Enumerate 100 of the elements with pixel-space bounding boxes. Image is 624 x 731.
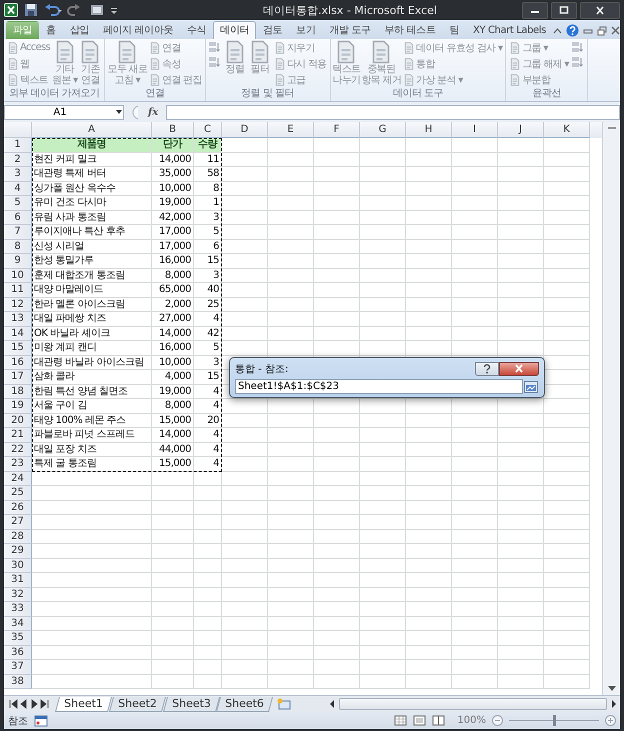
ribbon-icon[interactable] bbox=[208, 55, 222, 69]
row-header[interactable]: 11 bbox=[4, 283, 32, 298]
row-header[interactable]: 25 bbox=[4, 486, 32, 500]
row-header[interactable]: 23 bbox=[4, 457, 32, 472]
maximize-button[interactable] bbox=[551, 2, 577, 18]
sheet-tab[interactable]: Sheet2 bbox=[108, 696, 166, 712]
help-icon[interactable] bbox=[566, 24, 579, 37]
row-header[interactable]: 3 bbox=[4, 167, 32, 182]
undo-icon[interactable] bbox=[44, 3, 62, 17]
restore-icon[interactable] bbox=[597, 26, 607, 36]
ribbon-tab[interactable]: 삽입 bbox=[62, 21, 96, 39]
row-header[interactable]: 13 bbox=[4, 312, 32, 326]
ribbon-tab[interactable]: 홈 bbox=[39, 21, 63, 39]
row-header[interactable]: 36 bbox=[4, 646, 32, 660]
row-header[interactable]: 6 bbox=[4, 210, 32, 225]
row-header[interactable]: 29 bbox=[4, 544, 32, 558]
reference-field[interactable]: Sheet1!$A$1:$C$23 bbox=[235, 379, 523, 394]
ribbon-icon[interactable] bbox=[208, 40, 222, 54]
column-header[interactable]: I bbox=[452, 122, 498, 138]
scroll-left-icon[interactable] bbox=[328, 699, 336, 709]
ribbon-tab[interactable]: 보기 bbox=[289, 21, 322, 39]
row-header[interactable]: 26 bbox=[4, 500, 32, 515]
column-header[interactable]: K bbox=[544, 122, 590, 138]
row-header[interactable]: 8 bbox=[4, 240, 32, 254]
toolbar-icon[interactable] bbox=[90, 3, 106, 17]
excel-icon[interactable] bbox=[4, 3, 18, 17]
formula-field[interactable] bbox=[166, 104, 620, 120]
column-header[interactable]: E bbox=[268, 122, 314, 138]
row-header[interactable]: 22 bbox=[4, 442, 32, 457]
row-header[interactable]: 9 bbox=[4, 254, 32, 268]
minimize-button[interactable] bbox=[522, 2, 548, 18]
column-header[interactable]: G bbox=[360, 122, 406, 138]
row-header[interactable]: 19 bbox=[4, 399, 32, 414]
collapse-ribbon-icon[interactable] bbox=[553, 26, 562, 34]
row-header[interactable]: 14 bbox=[4, 326, 32, 341]
row-header[interactable]: 27 bbox=[4, 515, 32, 530]
row-header[interactable]: 7 bbox=[4, 225, 32, 240]
ribbon-icon[interactable] bbox=[570, 40, 585, 54]
row-header[interactable]: 20 bbox=[4, 414, 32, 428]
expand-dialog-icon[interactable] bbox=[524, 380, 538, 392]
page-layout-icon[interactable] bbox=[413, 715, 426, 726]
sheet-tab[interactable]: Sheet3 bbox=[162, 696, 220, 712]
sheet-tab[interactable]: Sheet1 bbox=[55, 696, 112, 712]
row-header[interactable]: 34 bbox=[4, 616, 32, 631]
dialog-title: 통합 - 참조: bbox=[235, 362, 290, 376]
ribbon-tab[interactable]: 개발 도구 bbox=[322, 21, 378, 39]
column-header[interactable]: J bbox=[498, 122, 544, 138]
row-header[interactable]: 18 bbox=[4, 384, 32, 399]
column-header[interactable]: F bbox=[314, 122, 360, 138]
row-header[interactable]: 31 bbox=[4, 573, 32, 588]
empty-cell bbox=[406, 326, 452, 341]
row-header[interactable]: 32 bbox=[4, 588, 32, 602]
row-header[interactable]: 38 bbox=[4, 674, 32, 689]
insert-function-button[interactable]: fx bbox=[144, 106, 162, 118]
ribbon-tab[interactable]: 검토 bbox=[256, 21, 290, 39]
scroll-down-icon[interactable] bbox=[606, 684, 616, 692]
close-button[interactable] bbox=[580, 2, 620, 18]
row-header[interactable]: 10 bbox=[4, 268, 32, 283]
ribbon-tab[interactable]: 수식 bbox=[180, 21, 214, 39]
row-header[interactable]: 12 bbox=[4, 298, 32, 312]
empty-cell bbox=[452, 268, 498, 283]
scroll-right-icon[interactable] bbox=[610, 699, 618, 709]
vertical-scrollbar[interactable] bbox=[602, 122, 620, 695]
row-header[interactable]: 5 bbox=[4, 196, 32, 210]
row-header[interactable]: 28 bbox=[4, 530, 32, 544]
row-header[interactable]: 17 bbox=[4, 370, 32, 384]
row-header[interactable]: 16 bbox=[4, 356, 32, 370]
close-button[interactable] bbox=[499, 362, 539, 376]
page-break-icon[interactable] bbox=[432, 715, 446, 726]
row-header[interactable]: 33 bbox=[4, 602, 32, 616]
row-header[interactable]: 4 bbox=[4, 182, 32, 196]
ribbon-tab[interactable]: 데이터 bbox=[213, 21, 256, 39]
column-header[interactable]: D bbox=[222, 122, 268, 138]
empty-cell bbox=[406, 225, 452, 240]
name-box[interactable]: A1 bbox=[4, 104, 124, 120]
empty-cell bbox=[406, 646, 452, 660]
row-header[interactable]: 1 bbox=[4, 138, 32, 152]
empty-cell bbox=[360, 530, 406, 544]
row-header[interactable]: 37 bbox=[4, 660, 32, 674]
row-header[interactable]: 24 bbox=[4, 472, 32, 486]
help-button[interactable] bbox=[475, 362, 499, 376]
row-header[interactable]: 2 bbox=[4, 152, 32, 167]
ribbon-tab[interactable]: 팀 bbox=[442, 21, 466, 39]
row-header[interactable]: 21 bbox=[4, 428, 32, 442]
macro-record-icon[interactable] bbox=[34, 714, 48, 726]
insert-sheet-icon[interactable] bbox=[276, 698, 292, 710]
row-header[interactable]: 35 bbox=[4, 631, 32, 646]
group-label: 연결 bbox=[144, 88, 166, 100]
normal-view-icon[interactable] bbox=[394, 715, 408, 726]
row-header[interactable]: 30 bbox=[4, 558, 32, 573]
ribbon-tab[interactable]: 부하 테스트 bbox=[378, 21, 442, 39]
column-header[interactable]: H bbox=[406, 122, 452, 138]
ribbon-icon[interactable] bbox=[570, 55, 585, 69]
minimize-icon[interactable] bbox=[583, 26, 593, 34]
row-header[interactable]: 15 bbox=[4, 341, 32, 356]
close-icon[interactable] bbox=[611, 26, 620, 35]
save-icon[interactable] bbox=[24, 3, 38, 17]
sheet-tab[interactable]: Sheet6 bbox=[216, 696, 274, 712]
ribbon-tab[interactable]: 페이지 레이아웃 bbox=[96, 21, 180, 39]
ribbon-tab[interactable]: XY Chart Labels bbox=[466, 21, 553, 39]
